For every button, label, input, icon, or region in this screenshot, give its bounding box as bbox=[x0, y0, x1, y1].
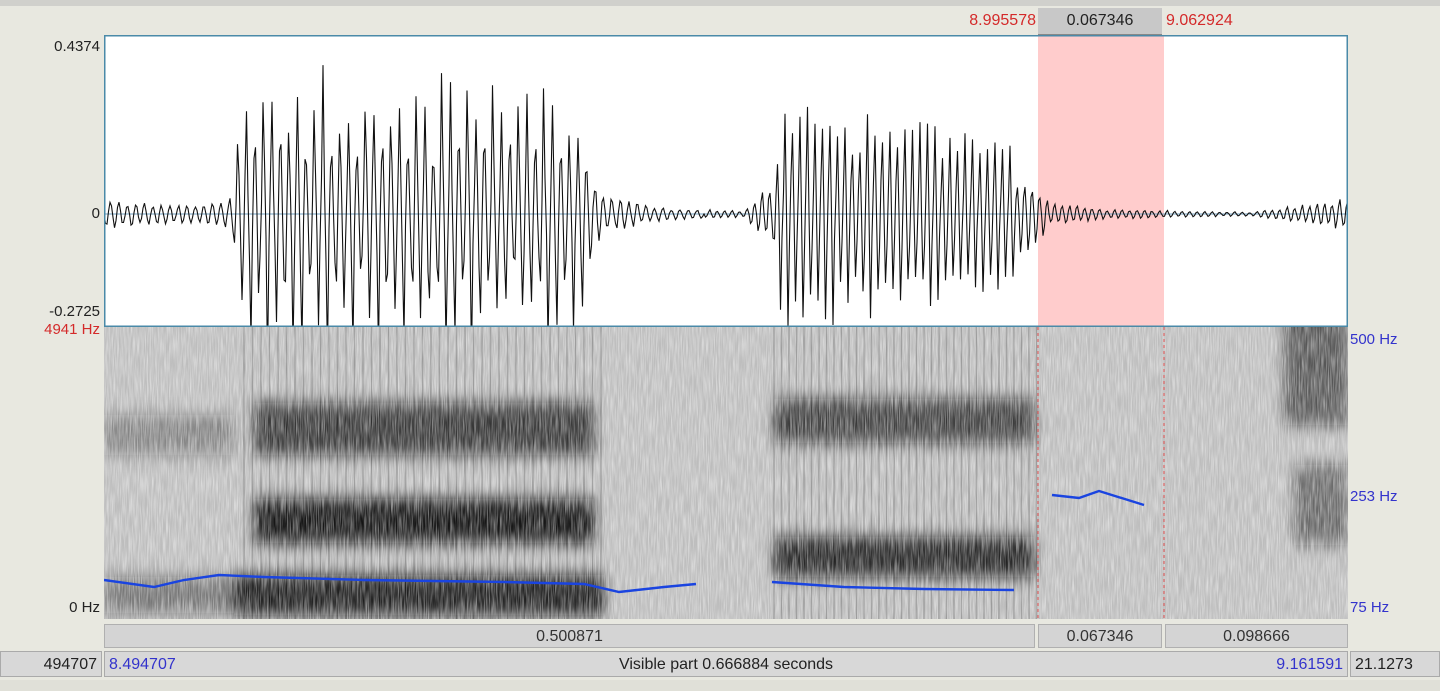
spectrogram bbox=[104, 327, 1348, 619]
visible-part-cell[interactable]: 8.494707 Visible part 0.666884 seconds 9… bbox=[104, 651, 1348, 677]
visible-part-label: Visible part 0.666884 seconds bbox=[618, 656, 834, 673]
selection-duration-label[interactable]: 0.067346 bbox=[1038, 8, 1162, 37]
pitch-max-label: 500 Hz bbox=[1350, 331, 1398, 348]
waveform-max-label: 0.4374 bbox=[54, 38, 100, 55]
visible-end-label: 9.161591 bbox=[1276, 656, 1343, 673]
total-end-cell[interactable]: 21.1273 bbox=[1350, 651, 1440, 677]
top-strip bbox=[0, 0, 1440, 6]
waveform-selection-highlight bbox=[1038, 35, 1164, 327]
spectrogram-max-freq-label: 4941 Hz bbox=[44, 321, 100, 338]
sound-canvas[interactable] bbox=[104, 35, 1348, 619]
bottom-bar: 494707 8.494707 Visible part 0.666884 se… bbox=[0, 651, 1440, 677]
selection-start-label: 8.995578 bbox=[969, 12, 1036, 29]
spectrogram-min-freq-label: 0 Hz bbox=[69, 599, 100, 616]
pitch-min-label: 75 Hz bbox=[1350, 599, 1390, 616]
duration-after-cell[interactable]: 0.098666 bbox=[1165, 624, 1348, 648]
duration-before-cell[interactable]: 0.500871 bbox=[104, 624, 1035, 648]
pitch-mid-label: 253 Hz bbox=[1350, 488, 1398, 505]
sound-editor-panel[interactable] bbox=[104, 35, 1348, 619]
bottom-strip bbox=[0, 680, 1440, 691]
total-start-cell[interactable]: 494707 bbox=[0, 651, 102, 677]
duration-selected-cell[interactable]: 0.067346 bbox=[1038, 624, 1162, 648]
selection-end-label: 9.062924 bbox=[1166, 12, 1233, 29]
duration-row: 0.500871 0.067346 0.098666 bbox=[104, 624, 1348, 648]
waveform-zero-label: 0 bbox=[91, 205, 100, 222]
waveform-min-label: -0.2725 bbox=[49, 303, 100, 320]
